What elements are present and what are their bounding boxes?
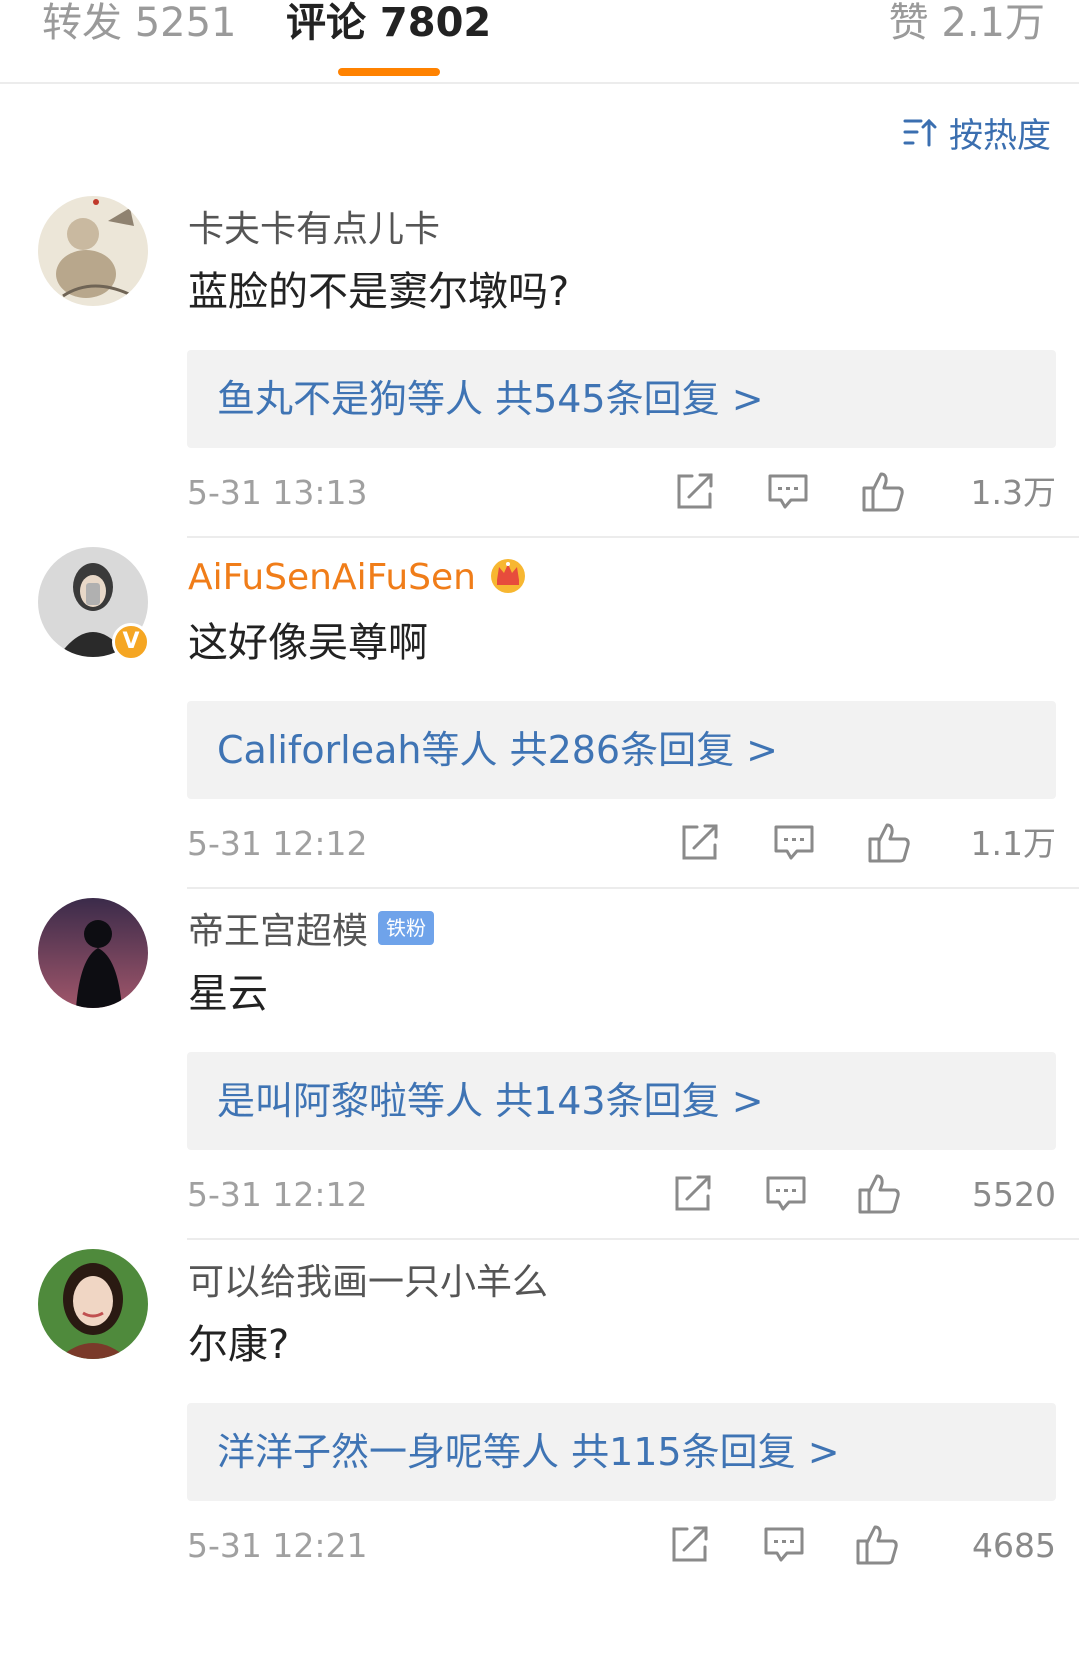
comment-icon[interactable] [767, 470, 809, 516]
comment-text: 星云 [188, 971, 268, 1017]
tab-likes[interactable]: 赞 2.1万 [889, 0, 1045, 46]
replies-preview[interactable]: 是叫阿黎啦等人 共143条回复 > [187, 1052, 1056, 1150]
avatar[interactable] [38, 196, 148, 306]
replies-summary: Califorleah等人 共286条回复 > [217, 728, 779, 772]
comment-meta: 5-31 12:12 1.1万 [187, 815, 1056, 873]
like-count: 1.1万 [970, 824, 1056, 863]
comment-meta: 5-31 13:13 1.3万 [187, 464, 1056, 522]
replies-summary: 是叫阿黎啦等人 共143条回复 > [217, 1079, 764, 1123]
like-icon[interactable] [861, 470, 905, 518]
sort-label: 按热度 [949, 115, 1051, 156]
comment-icon[interactable] [765, 1172, 807, 1218]
timestamp: 5-31 12:12 [187, 824, 368, 863]
comment-divider [187, 887, 1079, 889]
replies-preview[interactable]: 鱼丸不是狗等人 共545条回复 > [187, 350, 1056, 448]
replies-preview[interactable]: 洋洋子然一身呢等人 共115条回复 > [187, 1403, 1056, 1501]
comment-text: 这好像吴尊啊 [188, 620, 428, 666]
comment-icon[interactable] [773, 821, 815, 867]
like-icon[interactable] [855, 1523, 899, 1571]
share-icon[interactable] [674, 470, 716, 516]
timestamp: 5-31 12:21 [187, 1526, 368, 1565]
comment-meta: 5-31 12:12 5520 [187, 1166, 1056, 1224]
like-icon[interactable] [857, 1172, 901, 1220]
replies-summary: 洋洋子然一身呢等人 共115条回复 > [217, 1430, 840, 1474]
avatar[interactable] [38, 898, 148, 1008]
comment-text: 尔康? [188, 1322, 290, 1368]
comment-divider [187, 536, 1079, 538]
timestamp: 5-31 13:13 [187, 473, 368, 512]
comment-meta: 5-31 12:21 4685 [187, 1517, 1056, 1575]
sort-by-hot-button[interactable]: 按热度 [903, 108, 1051, 156]
tab-forward[interactable]: 转发 5251 [42, 0, 237, 46]
like-icon[interactable] [867, 821, 911, 869]
replies-summary: 鱼丸不是狗等人 共545条回复 > [217, 377, 764, 421]
username[interactable]: 可以给我画一只小羊么 [188, 1253, 548, 1305]
username[interactable]: 帝王宫超模 [188, 902, 368, 954]
username[interactable]: 卡夫卡有点儿卡 [188, 200, 440, 252]
crown-icon [488, 555, 528, 599]
active-tab-indicator [338, 68, 440, 76]
share-icon[interactable] [669, 1523, 711, 1569]
comment-tabs: 转发 5251 评论 7802 赞 2.1万 [0, 0, 1079, 84]
fan-badge: 铁粉 [378, 911, 435, 945]
share-icon[interactable] [679, 821, 721, 867]
avatar[interactable] [38, 1249, 148, 1359]
share-icon[interactable] [672, 1172, 714, 1218]
comment-text: 蓝脸的不是窦尔墩吗? [188, 269, 570, 315]
comment-divider [187, 1238, 1079, 1240]
username[interactable]: AiFuSenAiFuSen [188, 557, 476, 598]
like-count: 5520 [972, 1175, 1056, 1214]
comment-icon[interactable] [763, 1523, 805, 1569]
replies-preview[interactable]: Califorleah等人 共286条回复 > [187, 701, 1056, 799]
sort-hot-icon [903, 118, 937, 147]
tab-comments[interactable]: 评论 7802 [286, 0, 491, 46]
timestamp: 5-31 12:12 [187, 1175, 368, 1214]
verified-v-icon: V [112, 623, 150, 661]
like-count: 1.3万 [970, 473, 1056, 512]
like-count: 4685 [972, 1526, 1056, 1565]
